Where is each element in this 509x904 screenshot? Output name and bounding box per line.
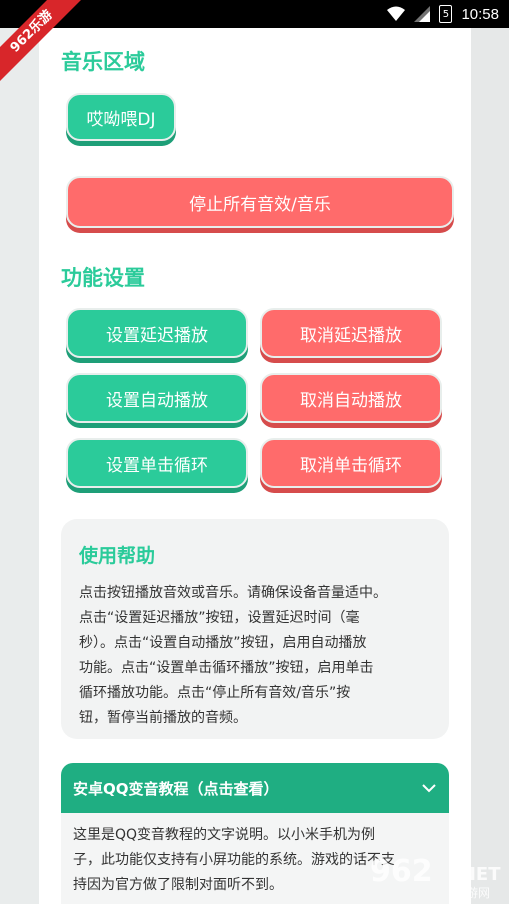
help-line: 钮，暂停当前播放的音频。 <box>79 710 247 726</box>
status-icons: 5 10:58 <box>387 4 499 24</box>
cancel-auto-play-button[interactable]: 取消自动播放 <box>260 373 442 423</box>
watermark-net: .NET <box>454 864 501 885</box>
set-delay-play-button[interactable]: 设置延迟播放 <box>66 308 248 358</box>
stop-all-audio-button[interactable]: 停止所有音效/音乐 <box>66 176 454 228</box>
battery-level: 5 <box>442 8 450 20</box>
watermark-cn: 乐游网 <box>454 886 491 900</box>
help-card: 使用帮助 点击按钮播放音效或音乐。请确保设备音量适中。 点击“设置延迟播放”按钮… <box>61 519 449 739</box>
wifi-icon <box>387 6 406 21</box>
settings-section-title: 功能设置 <box>61 266 145 290</box>
status-time: 10:58 <box>461 5 499 23</box>
help-line: 点击“设置延迟播放”按钮，设置延迟时间（毫 <box>79 610 360 626</box>
battery-icon: 5 <box>439 5 453 23</box>
tutorial-line: 这里是QQ变音教程的文字说明。以小米手机为例 <box>73 827 376 843</box>
music-section-title: 音乐区域 <box>61 50 145 74</box>
help-line: 秒）。点击“设置自动播放”按钮，启用自动播放 <box>79 635 367 651</box>
help-line: 循环播放功能。点击“停止所有音效/音乐”按 <box>79 685 351 701</box>
set-auto-play-button[interactable]: 设置自动播放 <box>66 373 248 423</box>
main-page: 音乐区域 哎呦喂DJ 停止所有音效/音乐 功能设置 设置延迟播放 取消延迟播放 … <box>39 28 471 904</box>
right-edge-strip <box>471 28 509 904</box>
signal-icon <box>414 6 431 22</box>
tutorial-accordion-header[interactable]: 安卓QQ变音教程（点击查看） <box>61 763 449 813</box>
set-click-loop-button[interactable]: 设置单击循环 <box>66 438 248 488</box>
cancel-delay-play-button[interactable]: 取消延迟播放 <box>260 308 442 358</box>
help-title: 使用帮助 <box>79 545 156 567</box>
watermark-number: 962 <box>370 854 433 889</box>
tutorial-title: 安卓QQ变音教程（点击查看） <box>73 780 279 798</box>
cancel-click-loop-button[interactable]: 取消单击循环 <box>260 438 442 488</box>
help-line: 功能。点击“设置单击循环播放”按钮，启用单击 <box>79 660 374 676</box>
chevron-down-icon <box>422 784 436 793</box>
site-watermark: 962 .NET 乐游网 <box>370 854 509 904</box>
help-text: 点击按钮播放音效或音乐。请确保设备音量适中。 点击“设置延迟播放”按钮，设置延迟… <box>79 581 435 731</box>
sound-button-aiyowei-dj[interactable]: 哎呦喂DJ <box>66 93 176 141</box>
help-line: 点击按钮播放音效或音乐。请确保设备音量适中。 <box>79 585 387 601</box>
